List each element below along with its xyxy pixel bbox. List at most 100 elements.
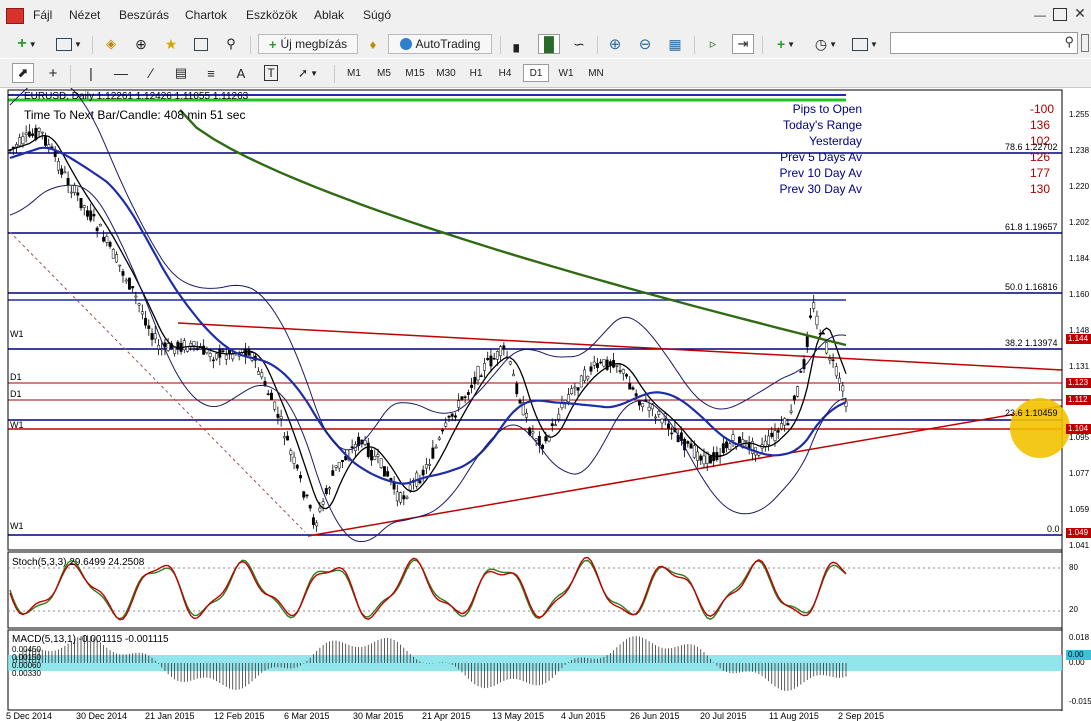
candle-body — [738, 436, 741, 444]
price-tick: 1.160 — [1069, 290, 1090, 299]
text-button[interactable]: A — [230, 63, 252, 83]
bar-chart-button[interactable]: ▖ — [508, 34, 530, 54]
horizontal-line-icon: — — [114, 65, 128, 81]
app-icon[interactable] — [6, 8, 24, 24]
price-box-1: 1.144 — [1066, 334, 1091, 344]
candle-body — [231, 353, 235, 360]
menu-file[interactable]: Fájl — [33, 8, 52, 22]
minimize-button[interactable]: — — [1033, 8, 1047, 22]
candle-body — [486, 357, 490, 361]
tile-windows-button[interactable]: ▦ — [664, 34, 686, 54]
search-input[interactable] — [891, 33, 1059, 51]
candle-body — [796, 386, 800, 397]
trendline-button[interactable]: ∕ — [140, 63, 162, 83]
navigator-button[interactable]: ★ — [160, 34, 182, 54]
candle-body — [299, 475, 302, 479]
candle-body — [211, 359, 215, 362]
chart-shift-button[interactable]: ⇥ — [732, 34, 754, 54]
profiles-button[interactable]: ▼ — [52, 34, 86, 54]
candle-body — [602, 359, 606, 367]
candle-body — [428, 463, 432, 466]
fib-label-78: 78.6 1.22702 — [1005, 142, 1058, 152]
toolbar-overflow-icon[interactable] — [1081, 34, 1089, 52]
timeframe-w1[interactable]: W1 — [553, 64, 579, 82]
price-tick: 1.131 — [1069, 362, 1090, 371]
auto-scroll-button[interactable]: ▹ — [702, 34, 724, 54]
timeframe-d1[interactable]: D1 — [523, 64, 549, 82]
timeframe-h4[interactable]: H4 — [492, 64, 518, 82]
text-label-button[interactable]: T — [260, 63, 282, 83]
candle-body — [379, 458, 383, 468]
tester-button[interactable]: ⚲ — [220, 34, 242, 54]
zoom-out-button[interactable]: ⊖ — [634, 34, 656, 54]
chart-canvas[interactable] — [0, 88, 1091, 720]
templates-icon — [852, 37, 869, 51]
timeframe-m30[interactable]: M30 — [432, 64, 460, 82]
line-chart-button[interactable]: ∽ — [568, 34, 590, 54]
channel-button[interactable]: ▤ — [170, 63, 192, 83]
candle-body — [599, 361, 603, 364]
text-label-icon: T — [264, 65, 278, 81]
timeframe-mn[interactable]: MN — [583, 64, 609, 82]
candle-body — [273, 401, 277, 410]
candle-body — [37, 128, 41, 132]
mid-moving-average — [9, 146, 847, 485]
timeframe-m15[interactable]: M15 — [401, 64, 429, 82]
templates-button[interactable]: ▼ — [848, 34, 882, 54]
menu-tools[interactable]: Eszközök — [246, 8, 297, 22]
restore-button[interactable] — [1053, 8, 1067, 21]
candle-body — [173, 347, 177, 354]
menu-view[interactable]: Nézet — [69, 8, 100, 22]
timeframe-h1[interactable]: H1 — [463, 64, 489, 82]
cursor-button[interactable]: ⬈ — [12, 63, 34, 83]
meta-editor-button[interactable]: ♦ — [362, 34, 384, 54]
bollinger-upper — [9, 88, 847, 451]
arrows-button[interactable]: ➚ ▼ — [290, 63, 326, 83]
new-chart-button[interactable]: + ▼ — [10, 34, 44, 54]
search-icon[interactable]: ⚲ — [1064, 34, 1074, 50]
candle-body — [27, 131, 31, 137]
candle-body — [789, 410, 793, 413]
candle-body — [147, 325, 151, 329]
fib-label-0: 0.0 — [1047, 524, 1060, 534]
market-watch-button[interactable]: ◈ — [100, 34, 122, 54]
candle-body — [102, 236, 106, 242]
autotrading-button[interactable]: AutoTrading — [388, 34, 492, 54]
horizontal-line-button[interactable]: — — [110, 63, 132, 83]
candle-body — [47, 144, 51, 148]
menu-window[interactable]: Ablak — [314, 8, 344, 22]
menu-bar: Fájl Nézet Beszúrás Chartok Eszközök Abl… — [0, 0, 1091, 31]
new-order-button[interactable]: + Új megbízás — [258, 34, 358, 54]
candle-body — [692, 445, 696, 458]
candle-body — [31, 133, 35, 136]
candle-body — [812, 302, 816, 309]
indicators-button[interactable]: + ▼ — [770, 34, 802, 54]
zoom-in-button[interactable]: ⊕ — [604, 34, 626, 54]
timeframe-m1[interactable]: M1 — [341, 64, 367, 82]
auto-scroll-icon: ▹ — [709, 36, 717, 51]
data-window-button[interactable]: ⊕ — [130, 34, 152, 54]
candle-body — [82, 205, 86, 208]
zoom-in-icon: ⊕ — [608, 36, 622, 53]
terminal-button[interactable] — [190, 34, 212, 54]
star-icon: ★ — [164, 35, 178, 52]
candle-body — [79, 198, 83, 209]
timeframe-m5[interactable]: M5 — [371, 64, 397, 82]
candle-body — [98, 223, 102, 227]
fibonacci-button[interactable]: ≡ — [200, 63, 222, 83]
main-pane-border — [7, 89, 1063, 551]
crosshair-button[interactable]: + — [42, 63, 64, 83]
close-button[interactable]: ✕ — [1073, 5, 1087, 21]
candle-body — [56, 161, 60, 171]
candlestick-button[interactable]: █ — [538, 34, 560, 54]
candle-body — [776, 430, 780, 433]
macd-value-box: 0.00 — [1066, 650, 1091, 660]
candle-body — [728, 443, 732, 450]
periods-button[interactable]: ◷ ▼ — [810, 34, 842, 54]
menu-help[interactable]: Súgó — [363, 8, 391, 22]
menu-charts[interactable]: Chartok — [185, 8, 227, 22]
menu-insert[interactable]: Beszúrás — [119, 8, 169, 22]
magnifier-icon: ⚲ — [226, 36, 236, 51]
vertical-line-button[interactable]: | — [80, 63, 102, 83]
candle-body — [311, 517, 315, 525]
